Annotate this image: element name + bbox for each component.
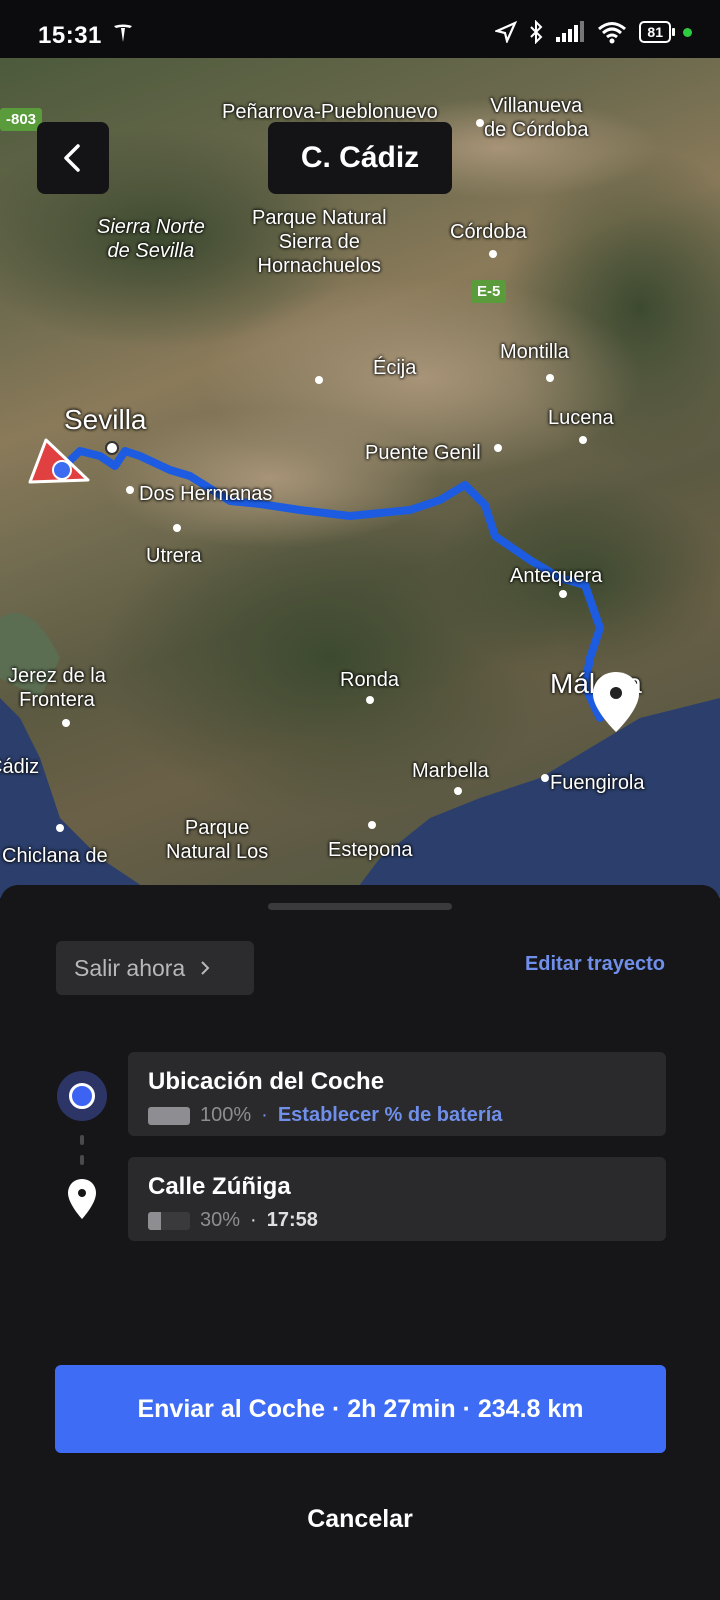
map-label-hornachuelos: Parque Natural Sierra de Hornachuelos xyxy=(252,207,387,277)
stop-meta: 100% · Establecer % de batería xyxy=(148,1104,646,1127)
stop-name: Ubicación del Coche xyxy=(148,1068,385,1095)
map-label-jerez: Jerez de la Frontera xyxy=(8,665,106,711)
map-label-ecija: Écija xyxy=(373,357,417,379)
set-battery-link[interactable]: Establecer % de batería xyxy=(278,1104,503,1127)
chevron-right-icon xyxy=(201,961,210,975)
map-label-parque-los: Parque Natural Los xyxy=(166,817,269,863)
status-bar: 15:31 81 xyxy=(0,0,720,58)
map-label-lucena: Lucena xyxy=(548,407,614,429)
edit-route-link[interactable]: Editar trayecto xyxy=(525,953,665,976)
map-label-penarroya: Peñarrova-Pueblonuevo xyxy=(222,101,438,123)
back-button[interactable] xyxy=(37,122,109,194)
battery-level-bar xyxy=(148,1211,190,1230)
battery-level-bar xyxy=(148,1106,190,1125)
battery-indicator: 81 xyxy=(639,21,675,43)
map-label-marbella: Marbella xyxy=(412,760,489,782)
route-connector xyxy=(80,1135,84,1145)
battery-percent: 30% xyxy=(200,1209,241,1231)
destination-marker-icon xyxy=(68,1179,96,1219)
location-arrow-icon xyxy=(495,21,518,43)
map-label-utrera: Utrera xyxy=(146,545,202,567)
map-label-antequera: Antequera xyxy=(510,565,603,587)
road-shield-e5: E-5 xyxy=(471,280,507,303)
route-sheet: Salir ahora Editar trayecto Ubicación de… xyxy=(0,885,720,1600)
meta-separator: · xyxy=(250,1209,257,1231)
arrival-time: 17:58 xyxy=(266,1209,318,1231)
car-location-icon xyxy=(28,438,90,484)
map-label-cordoba: Córdoba xyxy=(450,221,527,243)
map-label-dos-hermanas: Dos Hermanas xyxy=(139,483,273,505)
route-connector xyxy=(80,1155,84,1165)
chevron-left-icon xyxy=(64,144,80,172)
road-shield-a803: -803 xyxy=(0,108,43,131)
map-label-chiclana: Chiclana de xyxy=(2,845,108,867)
destination-title: C. Cádiz xyxy=(268,122,452,194)
privacy-indicator-dot xyxy=(683,27,692,37)
origin-marker-icon xyxy=(57,1071,107,1121)
map-label-puente-genil: Puente Genil xyxy=(365,442,481,464)
map-label-montilla: Montilla xyxy=(500,341,569,363)
status-icons: 81 xyxy=(495,20,692,44)
signal-icon xyxy=(556,21,585,42)
bluetooth-icon xyxy=(530,20,543,44)
stop-card-destination[interactable]: Calle Zúñiga 30% · 17:58 xyxy=(128,1157,666,1241)
map-label-fuengirola: Fuengirola xyxy=(550,772,645,794)
cancel-button[interactable]: Cancelar xyxy=(0,1505,720,1534)
stop-name: Calle Zúñiga xyxy=(148,1173,291,1200)
map-label-estepona: Estepona xyxy=(328,839,413,861)
tesla-logo-icon xyxy=(114,24,132,42)
sheet-drag-handle[interactable] xyxy=(268,903,452,910)
battery-percent: 100% xyxy=(200,1104,252,1126)
map-label-ronda: Ronda xyxy=(340,669,399,691)
stop-meta: 30% · 17:58 xyxy=(148,1209,646,1232)
send-to-car-button[interactable]: Enviar al Coche · 2h 27min · 234.8 km xyxy=(55,1365,666,1453)
stop-card-origin[interactable]: Ubicación del Coche 100% · Establecer % … xyxy=(128,1052,666,1136)
status-time: 15:31 xyxy=(38,22,102,49)
leave-now-label: Salir ahora xyxy=(74,954,186,981)
map-label-sevilla: Sevilla xyxy=(64,404,147,435)
map-label-sierra-norte: Sierra Norte de Sevilla xyxy=(97,216,205,262)
wifi-icon xyxy=(598,22,627,44)
map-label-villanueva: Villanueva de Córdoba xyxy=(484,95,589,141)
leave-now-button[interactable]: Salir ahora xyxy=(56,941,254,995)
destination-pin-icon xyxy=(593,672,639,732)
map-label-cadiz: Cádiz xyxy=(0,756,40,778)
meta-separator: · xyxy=(261,1104,268,1126)
